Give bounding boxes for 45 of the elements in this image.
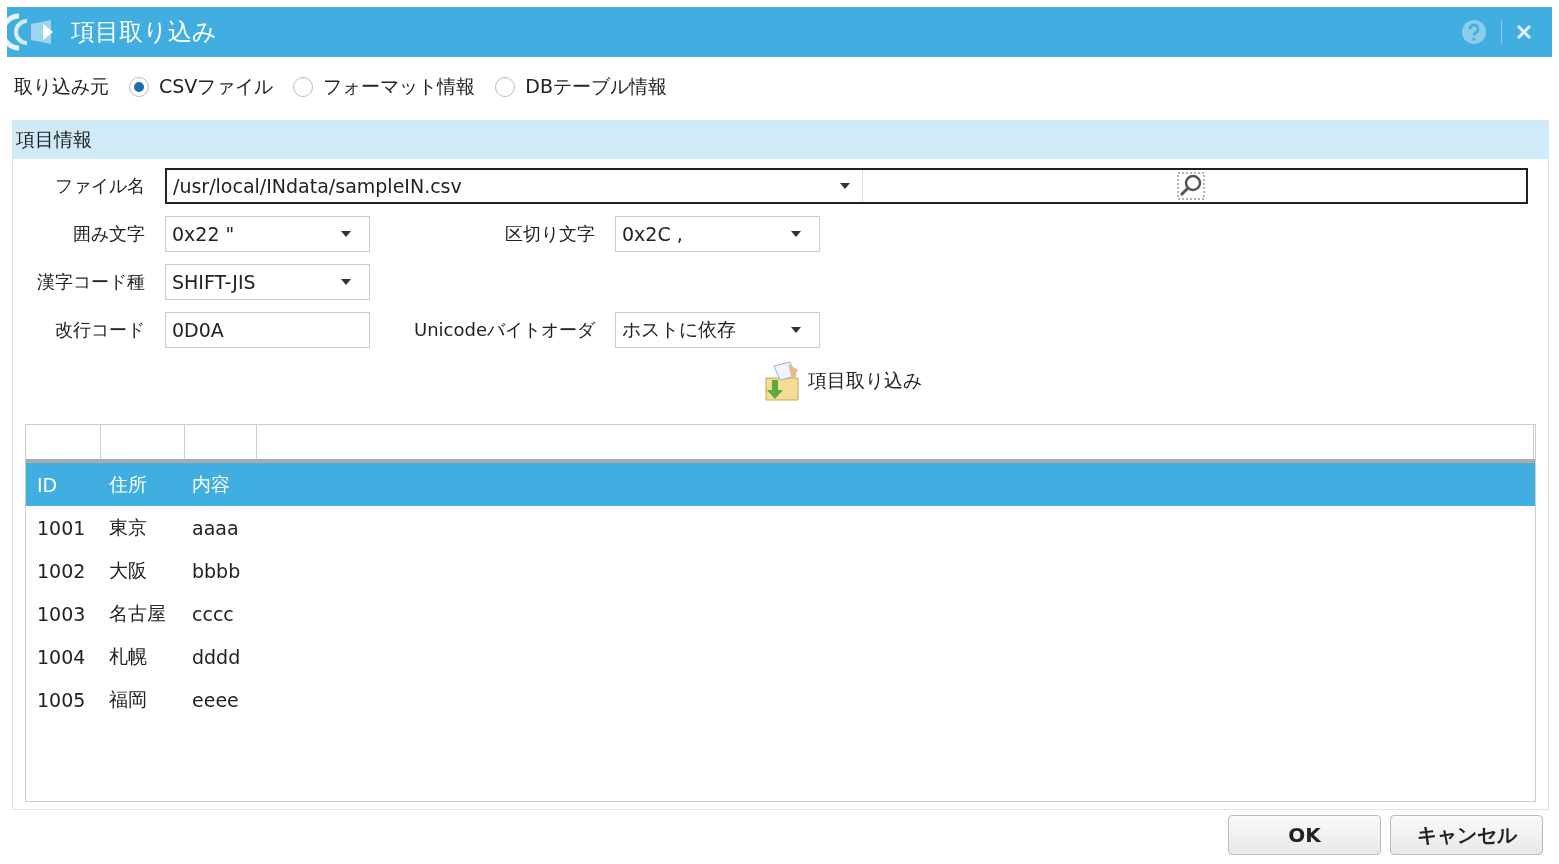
table-cell-text: 福岡 bbox=[108, 686, 148, 712]
table-cell-text: 東京 bbox=[108, 514, 148, 540]
table-cell-text: eeee bbox=[191, 688, 240, 711]
table-cell-text: 大阪 bbox=[108, 557, 148, 583]
radio-option[interactable]: DBテーブル情報 bbox=[495, 74, 667, 100]
table-cell-text: bbbb bbox=[191, 559, 242, 582]
file-path-combo[interactable]: /usr/local/INdata/sampleIN.csv bbox=[165, 168, 1528, 204]
input-field[interactable]: 0D0A bbox=[165, 312, 370, 348]
table-cell-text: 1003 bbox=[36, 602, 87, 625]
dropdown-field[interactable]: 0x2C , bbox=[615, 216, 820, 252]
field-label: 漢字コード種 bbox=[36, 270, 145, 294]
table-cell-text: 名古屋 bbox=[108, 600, 167, 626]
window-title: 項目取り込み bbox=[71, 17, 217, 48]
dropdown-arrow-icon[interactable] bbox=[791, 231, 801, 237]
import-button[interactable]: 項目取り込み bbox=[757, 358, 924, 404]
dialog-button[interactable]: キャンセル bbox=[1390, 815, 1543, 855]
dropdown-field[interactable]: SHIFT-JIS bbox=[165, 264, 370, 300]
dropdown-arrow-icon[interactable] bbox=[840, 183, 850, 189]
field-label: 区切り文字 bbox=[504, 222, 595, 246]
dropdown-arrow-icon[interactable] bbox=[791, 327, 801, 333]
section-header: 項目情報 bbox=[13, 121, 1548, 159]
table-cell-text: cccc bbox=[191, 602, 235, 625]
field-label: ファイル名 bbox=[54, 174, 145, 198]
table-cell-text: 1005 bbox=[36, 688, 87, 711]
radio-option[interactable]: フォーマット情報 bbox=[293, 74, 476, 100]
search-icon[interactable] bbox=[1176, 172, 1205, 200]
field-label: Unicodeバイトオーダ bbox=[413, 318, 595, 342]
table-cell-text: aaaa bbox=[191, 516, 240, 539]
field-label: 改行コード bbox=[54, 318, 145, 342]
field-label: 囲み文字 bbox=[72, 222, 145, 246]
dropdown-field[interactable]: 0x22 " bbox=[165, 216, 370, 252]
radio-option[interactable]: CSVファイル bbox=[129, 74, 274, 100]
table-cell-text: 1002 bbox=[36, 559, 87, 582]
column-header: ID bbox=[36, 473, 59, 496]
column-header: 内容 bbox=[191, 471, 231, 497]
table-cell-text: 1001 bbox=[36, 516, 87, 539]
dialog-button[interactable]: OK bbox=[1228, 815, 1381, 855]
table-cell-text: 1004 bbox=[36, 645, 87, 668]
dropdown-arrow-icon[interactable] bbox=[341, 231, 351, 237]
source-label: 取り込み元 bbox=[14, 74, 109, 99]
dropdown-field[interactable]: ホストに依存 bbox=[615, 312, 820, 348]
column-header: 住所 bbox=[108, 471, 148, 497]
table-cell-text: dddd bbox=[191, 645, 242, 668]
table-cell-text: 札幌 bbox=[108, 643, 148, 669]
dropdown-arrow-icon[interactable] bbox=[341, 279, 351, 285]
